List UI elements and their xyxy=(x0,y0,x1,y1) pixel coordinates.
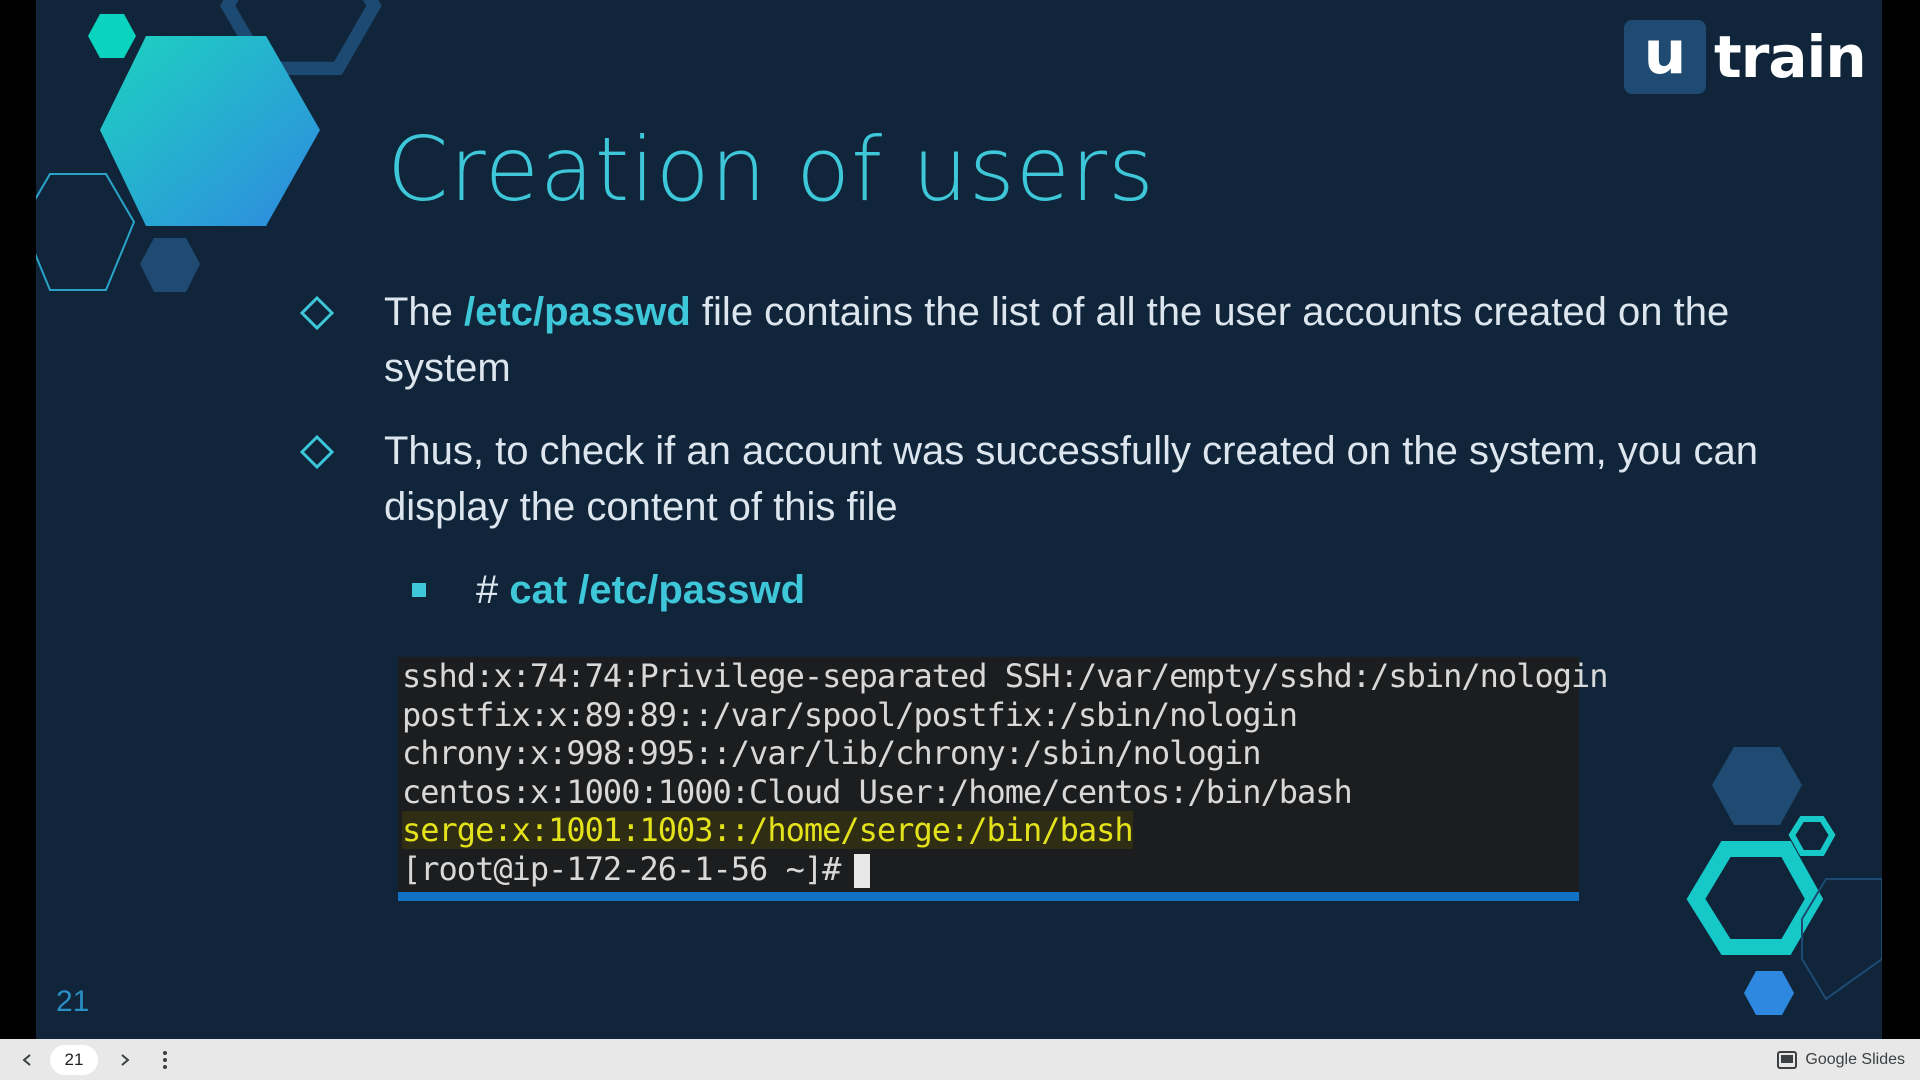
logo-train: train xyxy=(1714,23,1867,91)
terminal-line-highlighted: serge:x:1001:1003::/home/serge:/bin/bash xyxy=(402,811,1579,850)
previous-slide-button[interactable] xyxy=(12,1045,42,1075)
logo-u-box: u xyxy=(1624,20,1706,94)
diamond-bullet-icon xyxy=(300,296,334,330)
bullet-text: Thus, to check if an account was success… xyxy=(384,429,1759,529)
more-options-button[interactable] xyxy=(150,1045,180,1075)
viewer-toolbar: 21 Google Slides xyxy=(0,1039,1920,1080)
utrain-logo: u train xyxy=(1624,20,1867,94)
bullet-text-before: The xyxy=(384,290,465,334)
slide: u train Creation of users The /etc/passw… xyxy=(36,0,1882,1039)
more-vertical-icon xyxy=(163,1050,167,1069)
terminal-prompt: [root@ip-172-26-1-56 ~]# xyxy=(402,849,841,888)
current-page-indicator[interactable]: 21 xyxy=(50,1044,98,1075)
logo-u: u xyxy=(1643,18,1687,88)
bullet-item: The /etc/passwd file contains the list o… xyxy=(300,284,1760,396)
bullet-text: The /etc/passwd file contains the list o… xyxy=(384,284,1760,396)
diamond-bullet-icon xyxy=(300,435,334,469)
sub-bullet-text: # cat /etc/passwd xyxy=(476,562,805,618)
hexagon-decoration-top-left xyxy=(36,0,382,292)
terminal-line: sshd:x:74:74:Privilege-separated SSH:/va… xyxy=(402,657,1609,695)
terminal-line: centos:x:1000:1000:Cloud User:/home/cent… xyxy=(402,772,1353,811)
google-slides-link[interactable]: Google Slides xyxy=(1777,1039,1905,1080)
terminal-line: chrony:x:998:995::/var/lib/chrony:/sbin/… xyxy=(402,734,1261,772)
terminal-prompt-line: [root@ip-172-26-1-56 ~]# xyxy=(402,850,1579,889)
command-prefix: # xyxy=(476,568,510,612)
slides-icon xyxy=(1777,1050,1798,1069)
next-slide-button[interactable] xyxy=(110,1045,140,1075)
slide-page-number: 21 xyxy=(56,985,90,1018)
command-text: cat /etc/passwd xyxy=(509,568,806,612)
sub-bullet-item: # cat /etc/passwd xyxy=(412,562,805,618)
bullet-item: Thus, to check if an account was success… xyxy=(300,423,1760,535)
google-slides-label: Google Slides xyxy=(1805,1050,1905,1068)
hexagon-decoration-bottom-right xyxy=(1686,747,1882,1015)
chevron-right-icon xyxy=(121,1053,130,1066)
slide-title: Creation of users xyxy=(387,118,1155,221)
chevron-left-icon xyxy=(22,1053,31,1066)
terminal-cursor xyxy=(854,853,871,888)
highlighted-user-entry: serge:x:1001:1003::/home/serge:/bin/bash xyxy=(402,811,1134,849)
bullet-highlight-path: /etc/passwd xyxy=(464,290,691,334)
terminal-line: postfix:x:89:89::/var/spool/postfix:/sbi… xyxy=(402,695,1298,734)
terminal-output: sshd:x:74:74:Privilege-separated SSH:/va… xyxy=(398,657,1609,901)
square-bullet-icon xyxy=(412,583,426,597)
